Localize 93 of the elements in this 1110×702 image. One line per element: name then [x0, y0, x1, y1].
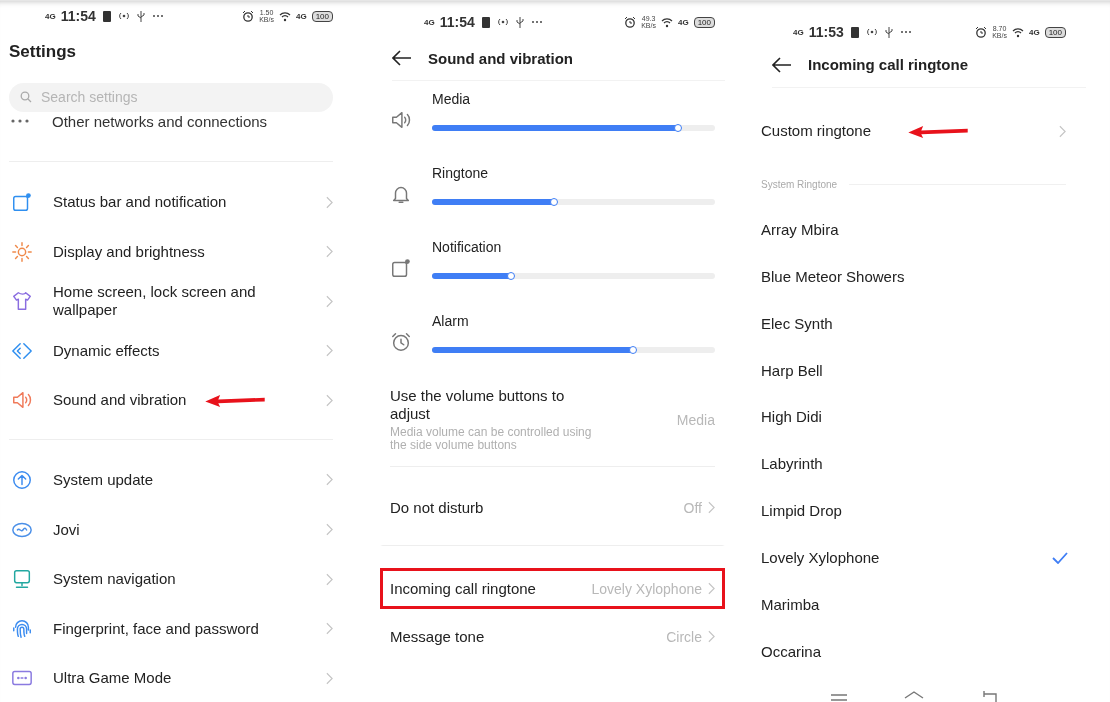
chevron-icon	[326, 671, 333, 685]
settings-item[interactable]: Fingerprint, face and password	[53, 619, 259, 638]
back-arrow-icon[interactable]	[392, 50, 412, 66]
ringtone-option[interactable]: Elec Synth	[761, 314, 833, 333]
notification-icon	[390, 257, 412, 279]
chevron-icon	[708, 582, 715, 595]
settings-item[interactable]: Dynamic effects	[53, 341, 160, 360]
battery-level: 100	[693, 16, 715, 28]
settings-item[interactable]: Status bar and notification	[53, 193, 227, 212]
chevron-icon	[326, 344, 333, 358]
chevron-icon	[326, 195, 333, 209]
hotspot-icon	[496, 16, 509, 28]
section-label: System Ringtone	[761, 179, 838, 191]
status-time: 11:54	[439, 14, 475, 30]
slider-label: Media	[432, 90, 472, 109]
back-arrow-icon[interactable]	[772, 56, 792, 73]
alarm-icon	[242, 10, 255, 22]
status-time: 11:54	[60, 8, 96, 24]
network-label: 4G	[677, 17, 689, 27]
ringtone-option[interactable]: High Didi	[761, 408, 822, 427]
hotspot-icon	[865, 26, 878, 38]
ringtone-option[interactable]: Blue Meteor Showers	[761, 267, 905, 286]
ringtone-option[interactable]: Marimba	[761, 595, 820, 614]
network-label: 4G	[793, 27, 804, 37]
battery-level: 100	[311, 10, 333, 22]
chevron-icon	[326, 245, 333, 259]
search-field[interactable]: Search settings	[9, 82, 333, 112]
settings-item[interactable]: Message tone	[390, 627, 485, 646]
settings-item[interactable]: System navigation	[53, 570, 176, 589]
settings-item[interactable]: Incoming call ringtone	[390, 579, 536, 598]
ringtone-option[interactable]: Harp Bell	[761, 361, 823, 380]
screen-title: Settings	[9, 40, 78, 63]
chevron-icon	[326, 393, 333, 407]
alarm-icon	[390, 331, 412, 353]
usb-icon	[513, 16, 526, 28]
battery-level: 100	[1044, 26, 1066, 38]
chevron-icon	[326, 622, 333, 636]
ringtone-option[interactable]: Array Mbira	[761, 221, 839, 240]
settings-item[interactable]: Do not disturb	[390, 498, 484, 517]
ringtone-option[interactable]: Limpid Drop	[761, 502, 842, 521]
usb-icon	[882, 26, 895, 38]
wifi-icon	[1011, 26, 1024, 38]
settings-item[interactable]: Other networks and connections	[52, 112, 268, 130]
clipboard-icon	[848, 26, 861, 38]
screen-title: Sound and vibration	[428, 49, 573, 67]
usb-icon	[134, 10, 147, 22]
alarm-icon	[624, 16, 637, 28]
network-label: 4G	[45, 11, 56, 21]
hotspot-icon	[117, 10, 130, 22]
ringtone-option[interactable]: Lovely Xylophone	[761, 548, 880, 567]
chevron-icon	[326, 523, 333, 537]
ringtone-option[interactable]: Labyrinth	[761, 455, 823, 474]
volume-slider[interactable]	[432, 273, 715, 279]
wifi-icon	[278, 10, 291, 22]
wifi-icon	[660, 16, 673, 28]
speaker-icon	[390, 109, 412, 131]
chevron-icon	[326, 294, 333, 308]
setting-value: Media	[676, 411, 715, 428]
clipboard-icon	[479, 16, 492, 28]
volume-slider[interactable]	[432, 347, 715, 353]
setting-description: Media volume can be controlled using the side volume buttons	[390, 426, 593, 452]
status-time: 11:53	[808, 24, 844, 40]
slider-label: Ringtone	[432, 164, 490, 183]
more-dots-icon	[10, 118, 30, 125]
settings-item[interactable]: Home screen, lock screen and wallpaper	[53, 283, 293, 320]
chevron-icon	[708, 501, 715, 514]
settings-item[interactable]: Sound and vibration	[53, 391, 187, 410]
ringtone-option[interactable]: Occarina	[761, 642, 822, 661]
settings-item[interactable]: Jovi	[53, 520, 80, 539]
setting-value: Circle	[666, 628, 702, 645]
slider-label: Alarm	[432, 312, 470, 331]
clipboard-icon	[100, 10, 113, 22]
setting-title[interactable]: Use the volume buttons to adjust	[390, 387, 605, 423]
network-label: 4G	[1028, 27, 1040, 37]
network-label: 4G	[295, 11, 307, 21]
screen-title: Incoming call ringtone	[808, 56, 968, 74]
setting-value: Lovely Xylophone	[591, 580, 702, 597]
slider-label: Notification	[432, 238, 503, 257]
home-icon[interactable]	[902, 689, 925, 702]
alarm-icon	[975, 26, 988, 38]
settings-item[interactable]: Ultra Game Mode	[53, 669, 172, 688]
network-label: 4G	[424, 17, 435, 27]
chevron-icon	[708, 630, 715, 643]
volume-slider[interactable]	[432, 125, 715, 131]
chevron-icon	[326, 572, 333, 586]
settings-item[interactable]: System update	[53, 470, 154, 489]
chevron-icon	[326, 473, 333, 487]
settings-item[interactable]: Custom ringtone	[761, 122, 872, 141]
volume-slider[interactable]	[432, 199, 715, 205]
setting-value: Off	[683, 499, 702, 516]
search-icon	[20, 90, 32, 103]
settings-item[interactable]: Display and brightness	[53, 242, 205, 261]
chevron-icon	[1059, 124, 1066, 138]
